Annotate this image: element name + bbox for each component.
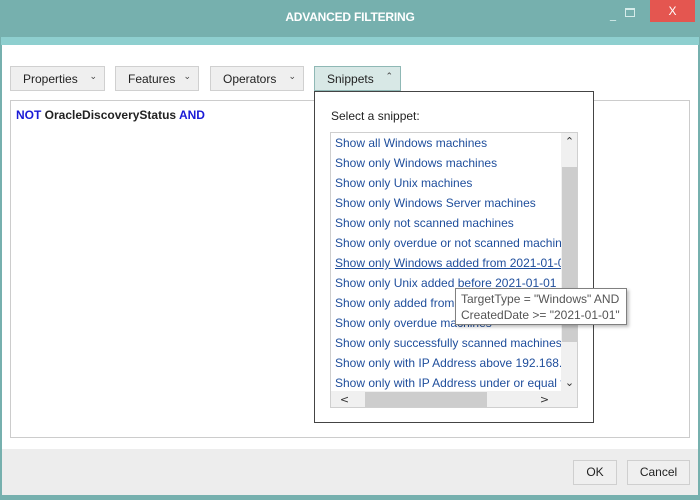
window-title: ADVANCED FILTERING	[285, 10, 415, 24]
operators-label: Operators	[223, 71, 277, 86]
snippet-item[interactable]: Show only with IP Address above 192.168.…	[331, 353, 561, 373]
snippet-listbox[interactable]: Show all Windows machines Show only Windo…	[330, 132, 578, 408]
minimize-icon[interactable]: _	[605, 6, 621, 22]
snippets-dropdown-button[interactable]: Snippets ⌃	[314, 66, 401, 91]
select-snippet-label: Select a snippet:	[331, 109, 420, 123]
features-label: Features	[128, 71, 176, 86]
operators-dropdown-button[interactable]: Operators ⌄	[210, 66, 304, 91]
accent-strip	[1, 37, 699, 45]
tooltip-line-2: CreatedDate >= "2021-01-01"	[461, 308, 620, 322]
scroll-down-icon[interactable]: ⌄	[561, 374, 577, 391]
snippet-item[interactable]: Show only Unix machines	[331, 173, 561, 193]
horizontal-scroll-thumb[interactable]	[365, 392, 487, 407]
tooltip-line-1: TargetType = "Windows" AND	[461, 292, 620, 306]
close-icon[interactable]: X	[650, 0, 695, 22]
snippet-item[interactable]: Show only Windows added from 2021-01-01	[331, 253, 561, 273]
scroll-up-icon[interactable]: ⌃	[561, 133, 577, 150]
maximize-icon[interactable]	[625, 8, 635, 17]
snippets-popup: Select a snippet: Show all Windows machi…	[314, 91, 594, 423]
chevron-up-icon: ⌃	[385, 71, 393, 81]
identifier-oracle-discovery-status: OracleDiscoveryStatus	[41, 108, 179, 122]
snippets-label: Snippets	[327, 71, 374, 86]
snippet-item[interactable]: Show only Windows Server machines	[331, 193, 561, 213]
scroll-right-icon[interactable]: >	[536, 391, 553, 407]
properties-dropdown-button[interactable]: Properties ⌄	[10, 66, 105, 91]
snippet-item[interactable]: Show only not scanned machines	[331, 213, 561, 233]
ok-button[interactable]: OK	[573, 460, 617, 485]
title-bar[interactable]: ADVANCED FILTERING _ X	[0, 0, 700, 37]
query-text: NOT OracleDiscoveryStatus AND	[16, 108, 205, 122]
snippet-item[interactable]: Show only successfully scanned machines	[331, 333, 561, 353]
snippet-item[interactable]: Show only with IP Address under or equal…	[331, 373, 561, 391]
snippet-item[interactable]: Show all Windows machines	[331, 133, 561, 153]
snippet-list: Show all Windows machines Show only Windo…	[331, 133, 561, 391]
keyword-and: AND	[178, 108, 205, 122]
chevron-down-icon: ⌄	[183, 71, 191, 81]
scrollbar-corner	[561, 391, 577, 407]
features-dropdown-button[interactable]: Features ⌄	[115, 66, 199, 91]
cancel-button[interactable]: Cancel	[627, 460, 690, 485]
vertical-scrollbar[interactable]: ⌃ ⌄	[561, 133, 577, 391]
snippet-item[interactable]: Show only Windows machines	[331, 153, 561, 173]
scroll-left-icon[interactable]: <	[336, 391, 353, 407]
chevron-down-icon: ⌄	[288, 71, 296, 81]
horizontal-scrollbar[interactable]: < >	[331, 391, 561, 407]
snippet-tooltip: TargetType = "Windows" AND CreatedDate >…	[455, 288, 627, 325]
chevron-down-icon: ⌄	[89, 71, 97, 81]
snippet-item[interactable]: Show only overdue or not scanned machine…	[331, 233, 561, 253]
properties-label: Properties	[23, 71, 78, 86]
keyword-not: NOT	[16, 108, 42, 122]
